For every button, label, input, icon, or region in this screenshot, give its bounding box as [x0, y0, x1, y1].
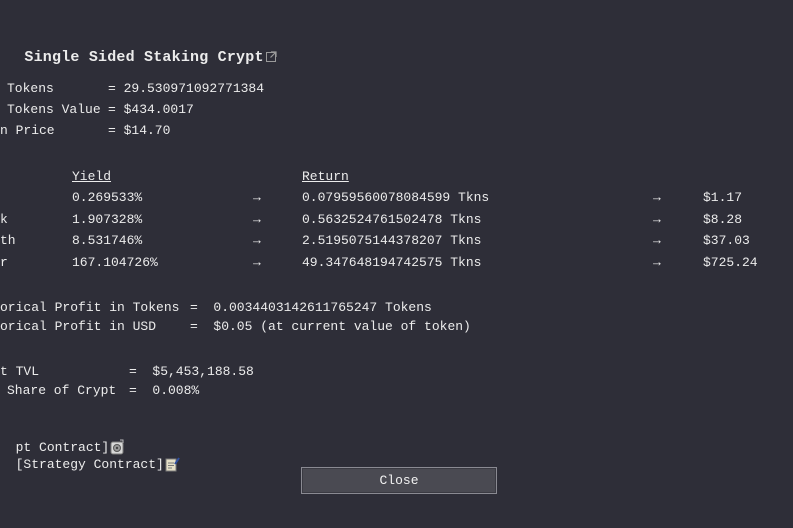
profit-usd-value: = $0.05 (at current value of token)	[190, 319, 471, 334]
return-value: 0.07959560078084599 Tkns	[302, 190, 490, 205]
dialog-title-text: Single Sided Staking Crypt	[24, 49, 264, 66]
return-header: Return	[302, 169, 349, 184]
arrow-icon: →	[653, 255, 661, 270]
return-value: 49.347648194742575 Tkns	[302, 255, 482, 270]
tokens-value-label: Tokens Value	[7, 102, 101, 117]
arrow-icon: →	[253, 233, 261, 248]
token-price-label: n Price	[0, 123, 55, 138]
profit-usd-label: orical Profit in USD	[0, 319, 157, 334]
external-link-icon[interactable]	[265, 51, 277, 62]
share-value: = 0.008%	[129, 383, 200, 398]
period-label: th	[0, 233, 16, 248]
arrow-icon: →	[253, 190, 261, 205]
tvl-value: = $5,453,188.58	[129, 364, 254, 379]
contract-links: pt Contract] [Strategy Contract]	[0, 423, 180, 473]
yield-value: 1.907328%	[72, 212, 143, 227]
arrow-icon: →	[653, 233, 661, 248]
arrow-icon: →	[253, 255, 261, 270]
dialog-title: Single Sided Staking Crypt	[6, 34, 277, 66]
crypt-contract-link[interactable]: pt Contract]	[16, 440, 110, 455]
usd-value: $725.24	[703, 255, 758, 270]
token-price-value: = $14.70	[108, 123, 171, 138]
period-label: r	[0, 255, 8, 270]
return-value: 2.5195075144378207 Tkns	[302, 233, 482, 248]
tokens-value: = 29.530971092771384	[108, 81, 265, 96]
yield-value: 167.104726%	[72, 255, 158, 270]
yield-value: 0.269533%	[72, 190, 143, 205]
contract-document-icon[interactable]	[164, 456, 180, 472]
period-label: k	[0, 212, 8, 227]
tokens-value-value: = $434.0017	[108, 102, 194, 117]
arrow-icon: →	[653, 212, 661, 227]
usd-value: $37.03	[703, 233, 750, 248]
arrow-icon: →	[253, 212, 261, 227]
tvl-label: t TVL	[0, 364, 40, 379]
share-label: Share of Crypt	[7, 383, 117, 398]
yield-header: Yield	[72, 169, 112, 184]
arrow-icon: →	[653, 190, 661, 205]
close-button[interactable]: Close	[301, 467, 497, 494]
usd-value: $8.28	[703, 212, 743, 227]
profit-tokens-label: orical Profit in Tokens	[0, 300, 180, 315]
profit-tokens-value: = 0.0034403142611765247 Tokens	[190, 300, 432, 315]
tokens-label: Tokens	[7, 81, 54, 96]
strategy-contract-link[interactable]: [Strategy Contract]	[16, 457, 164, 472]
usd-value: $1.17	[703, 190, 743, 205]
return-value: 0.5632524761502478 Tkns	[302, 212, 482, 227]
vault-icon[interactable]	[109, 439, 125, 455]
yield-value: 8.531746%	[72, 233, 143, 248]
